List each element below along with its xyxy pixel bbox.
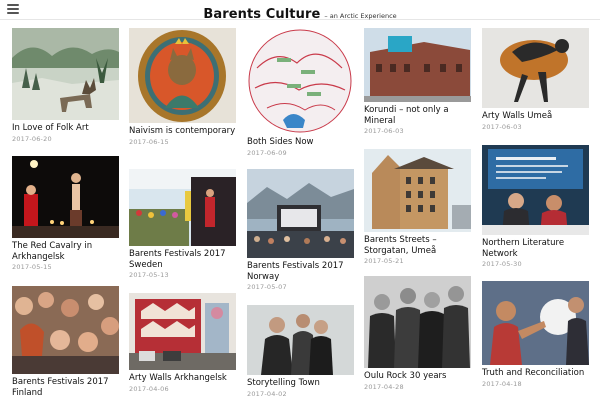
article-date: 2017-05-07: [247, 283, 287, 291]
article-title[interactable]: Barents Streets – Storgatan, Umeå: [364, 235, 471, 256]
article-card[interactable]: Korundi – not only a Mineral 2017-06-03: [364, 28, 471, 135]
reindeer-painting-image[interactable]: [12, 28, 119, 120]
article-card[interactable]: Arty Walls Umeå 2017-06-03: [482, 28, 589, 131]
festival-stage-image[interactable]: [129, 169, 236, 246]
article-card[interactable]: Oulu Rock 30 years 2017-04-28: [364, 276, 471, 391]
article-card[interactable]: The Red Cavalry in Arkhangelsk 2017-05-1…: [12, 156, 119, 271]
article-date: 2017-06-15: [129, 137, 169, 146]
brick-building-image[interactable]: [364, 28, 471, 102]
article-date: 2017-06-03: [364, 127, 404, 135]
article-date: 2017-06-03: [482, 122, 522, 131]
rock-band-image[interactable]: [364, 276, 471, 368]
article-date: 2017-04-18: [482, 379, 522, 388]
article-date: 2017-04-06: [129, 384, 169, 393]
top-bar: Barents Culture – an Arctic Experience: [0, 0, 600, 22]
article-title[interactable]: Barents Festivals 2017 Finland: [12, 377, 119, 398]
stage-performance-image[interactable]: [12, 156, 119, 238]
article-title[interactable]: In Love of Folk Art: [12, 123, 119, 134]
article-date: 2017-06-09: [247, 148, 287, 157]
article-card[interactable]: Naivism is contemporary 2017-06-15: [129, 28, 236, 146]
article-title[interactable]: Korundi – not only a Mineral: [364, 105, 471, 126]
article-card[interactable]: Barents Festivals 2017 Finland: [12, 286, 119, 399]
site-title[interactable]: Barents Culture: [203, 7, 320, 22]
article-title[interactable]: Barents Festivals 2017 Norway: [247, 261, 354, 282]
article-card[interactable]: Arty Walls Arkhangelsk 2017-04-06: [129, 293, 236, 393]
article-date: 2017-05-15: [12, 263, 52, 271]
article-card[interactable]: Barents Festivals 2017 Norway 2017-05-07: [247, 169, 354, 291]
site-tagline: – an Arctic Experience: [324, 12, 397, 20]
band-portrait-image[interactable]: [247, 305, 354, 375]
article-card[interactable]: Barents Festivals 2017 Sweden 2017-05-13: [129, 169, 236, 279]
article-card[interactable]: Truth and Reconciliation 2017-04-18: [482, 281, 589, 388]
article-date: 2017-05-21: [364, 257, 404, 265]
article-title[interactable]: Arty Walls Arkhangelsk: [129, 373, 236, 384]
article-card[interactable]: Northern Literature Network 2017-05-30: [482, 145, 589, 268]
ritual-performance-image[interactable]: [482, 281, 589, 365]
article-title[interactable]: Storytelling Town: [247, 378, 354, 389]
article-date: 2017-05-30: [482, 260, 522, 268]
article-title[interactable]: Naivism is contemporary: [129, 126, 236, 137]
circular-map-image[interactable]: [247, 28, 354, 134]
wall-art-figure-image[interactable]: [482, 28, 589, 108]
article-title[interactable]: Barents Festivals 2017 Sweden: [129, 249, 236, 270]
article-title[interactable]: Oulu Rock 30 years: [364, 371, 471, 382]
outdoor-concert-image[interactable]: [247, 169, 354, 258]
article-title[interactable]: Arty Walls Umeå: [482, 111, 589, 122]
article-card[interactable]: Storytelling Town 2017-04-02: [247, 305, 354, 398]
mural-wall-image[interactable]: [129, 293, 236, 370]
article-date: 2017-06-20: [12, 134, 52, 143]
article-card[interactable]: Barents Streets – Storgatan, Umeå 2017-0…: [364, 149, 471, 265]
article-date: 2017-04-02: [247, 389, 287, 398]
article-date: 2017-05-13: [129, 271, 169, 279]
article-card[interactable]: Both Sides Now 2017-06-09: [247, 28, 354, 157]
article-date: 2017-04-28: [364, 382, 404, 391]
cat-portrait-image[interactable]: [129, 28, 236, 123]
article-title[interactable]: Northern Literature Network: [482, 238, 589, 259]
crowd-image[interactable]: [12, 286, 119, 374]
article-title[interactable]: Both Sides Now: [247, 137, 354, 148]
panel-discussion-image[interactable]: [482, 145, 589, 235]
article-title[interactable]: Truth and Reconciliation: [482, 368, 589, 379]
street-building-image[interactable]: [364, 149, 471, 232]
site-brand[interactable]: Barents Culture – an Arctic Experience: [0, 3, 600, 22]
article-card[interactable]: In Love of Folk Art 2017-06-20: [12, 28, 119, 143]
article-title[interactable]: The Red Cavalry in Arkhangelsk: [12, 241, 119, 262]
